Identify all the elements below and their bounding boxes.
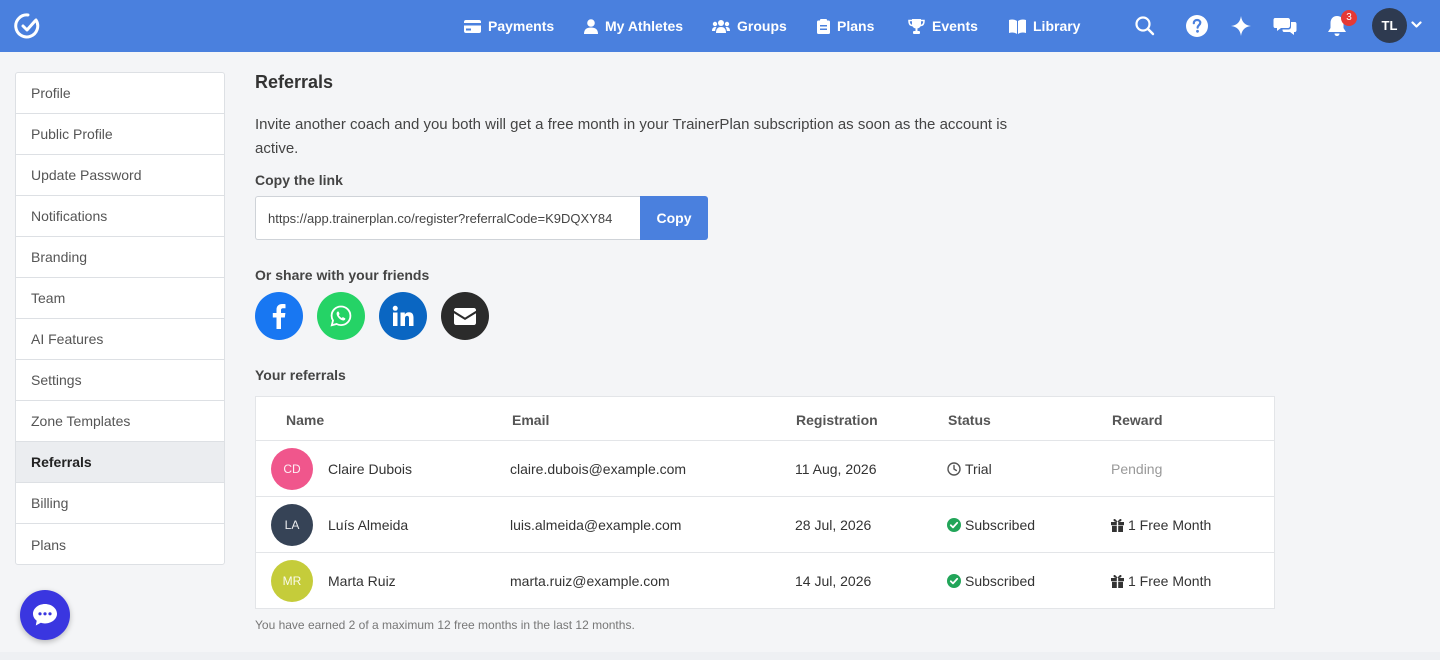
referral-intro-text: Invite another coach and you both will g… (255, 116, 1008, 157)
status-text: Trial (965, 461, 992, 477)
linkedin-icon (392, 305, 414, 326)
table-header-row: Name Email Registration Status Reward (256, 397, 1274, 441)
referral-registration-date: 11 Aug, 2026 (795, 461, 877, 477)
share-facebook-button[interactable] (255, 292, 303, 340)
gift-icon (1111, 574, 1124, 588)
status-badge: Subscribed (947, 497, 1035, 553)
trophy-icon (908, 18, 925, 34)
referral-email: luis.almeida@example.com (510, 517, 682, 533)
column-header-name[interactable]: Name (286, 412, 324, 428)
sidebar-item-profile[interactable]: Profile (16, 73, 224, 114)
share-whatsapp-button[interactable] (317, 292, 365, 340)
library-icon (1009, 18, 1026, 34)
nav-my-athletes[interactable]: My Athletes (584, 0, 683, 52)
top-navigation-bar: Payments My Athletes Groups Plans Events… (0, 0, 1440, 52)
nav-plans[interactable]: Plans (817, 0, 874, 52)
referral-email: marta.ruiz@example.com (510, 573, 670, 589)
clock-icon (947, 462, 961, 476)
sidebar-item-team[interactable]: Team (16, 278, 224, 319)
nav-events[interactable]: Events (908, 0, 978, 52)
table-row[interactable]: LA Luís Almeida luis.almeida@example.com… (256, 497, 1274, 553)
column-header-registration[interactable]: Registration (796, 412, 878, 428)
share-email-button[interactable] (441, 292, 489, 340)
sidebar-item-billing[interactable]: Billing (16, 483, 224, 524)
nav-groups-label: Groups (737, 18, 787, 34)
sidebar-item-referrals[interactable]: Referrals (16, 442, 224, 483)
app-logo-icon[interactable] (14, 12, 42, 40)
share-linkedin-button[interactable] (379, 292, 427, 340)
reward-text: 1 Free Month (1128, 573, 1212, 589)
payments-icon (464, 19, 481, 33)
referral-name: Luís Almeida (328, 517, 409, 533)
status-text: Subscribed (965, 517, 1036, 533)
referral-registration-date: 28 Jul, 2026 (795, 517, 872, 533)
email-icon (454, 307, 476, 325)
sidebar-item-settings[interactable]: Settings (16, 360, 224, 401)
status-badge: Trial (947, 441, 992, 497)
table-row[interactable]: CD Claire Dubois claire.dubois@example.c… (256, 441, 1274, 497)
groups-icon (712, 20, 730, 33)
nav-payments-label: Payments (488, 18, 555, 34)
referral-name: Claire Dubois (328, 461, 413, 477)
reward-text: Pending (1111, 461, 1163, 477)
referral-link-input[interactable] (255, 196, 641, 240)
table-row[interactable]: MR Marta Ruiz marta.ruiz@example.com 14 … (256, 553, 1274, 609)
nav-my-athletes-label: My Athletes (605, 18, 684, 34)
gift-icon (1111, 518, 1124, 532)
avatar: MR (271, 560, 313, 602)
sidebar-item-zone-templates[interactable]: Zone Templates (16, 401, 224, 442)
avatar: CD (271, 448, 313, 490)
sidebar-item-update-password[interactable]: Update Password (16, 155, 224, 196)
status-text: Subscribed (965, 573, 1036, 589)
sidebar-item-public-profile[interactable]: Public Profile (16, 114, 224, 155)
share-label: Or share with your friends (255, 267, 430, 283)
column-header-reward[interactable]: Reward (1112, 412, 1163, 428)
ai-sparkle-icon[interactable] (1229, 14, 1253, 38)
athlete-icon (584, 18, 598, 34)
chevron-down-icon[interactable] (1411, 21, 1422, 29)
search-icon[interactable] (1133, 14, 1157, 38)
facebook-icon (272, 304, 286, 329)
nav-plans-label: Plans (837, 18, 875, 34)
referral-name: Marta Ruiz (328, 573, 396, 589)
sidebar-item-notifications[interactable]: Notifications (16, 196, 224, 237)
page-bottom-divider (0, 652, 1440, 660)
free-months-footnote: You have earned 2 of a maximum 12 free m… (255, 618, 635, 632)
sidebar-item-ai-features[interactable]: AI Features (16, 319, 224, 360)
copy-link-label: Copy the link (255, 172, 343, 188)
nav-events-label: Events (932, 18, 978, 34)
referral-registration-date: 14 Jul, 2026 (795, 573, 872, 589)
referrals-table: Name Email Registration Status Reward CD… (255, 396, 1275, 609)
reward-cell: 1 Free Month (1111, 553, 1211, 609)
support-chat-button[interactable] (20, 590, 70, 640)
help-icon[interactable] (1185, 14, 1209, 38)
page-title: Referrals (255, 72, 334, 92)
plans-icon (817, 18, 830, 34)
referral-email: claire.dubois@example.com (510, 461, 687, 477)
column-header-email[interactable]: Email (512, 412, 549, 428)
status-badge: Subscribed (947, 553, 1035, 609)
reward-cell: 1 Free Month (1111, 497, 1211, 553)
nav-library[interactable]: Library (1009, 0, 1080, 52)
copy-button[interactable]: Copy (640, 196, 708, 240)
check-circle-icon (947, 518, 961, 532)
check-circle-icon (947, 574, 961, 588)
sidebar-item-plans[interactable]: Plans (16, 524, 224, 565)
column-header-status[interactable]: Status (948, 412, 991, 428)
chat-bubble-icon (33, 604, 57, 626)
nav-library-label: Library (1033, 18, 1081, 34)
chat-icon[interactable] (1273, 14, 1297, 38)
reward-text: 1 Free Month (1128, 517, 1212, 533)
sidebar-item-branding[interactable]: Branding (16, 237, 224, 278)
your-referrals-label: Your referrals (255, 367, 346, 383)
settings-sidebar: Profile Public Profile Update Password N… (15, 72, 225, 565)
user-avatar[interactable]: TL (1372, 8, 1407, 43)
notification-count-badge: 3 (1341, 10, 1357, 26)
nav-payments[interactable]: Payments (464, 0, 554, 52)
avatar: LA (271, 504, 313, 546)
whatsapp-icon (330, 305, 352, 327)
nav-groups[interactable]: Groups (712, 0, 787, 52)
